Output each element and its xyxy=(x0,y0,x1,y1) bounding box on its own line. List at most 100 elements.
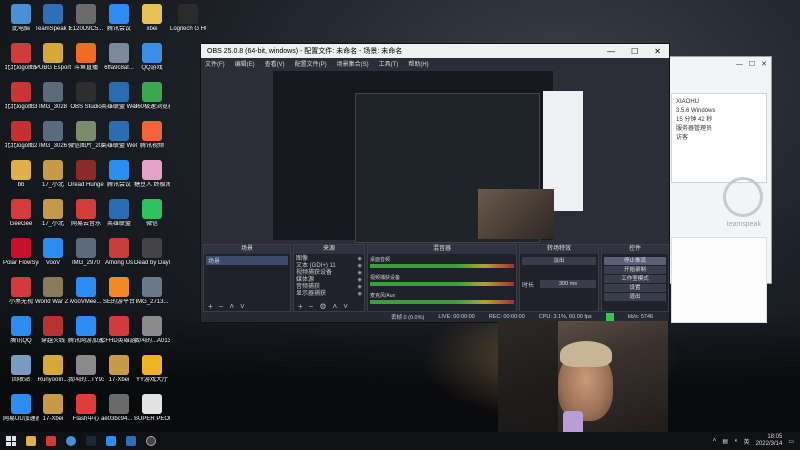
desktop-icon[interactable]: bb xyxy=(3,160,39,189)
desktop-icon[interactable]: Dead by Daylight xyxy=(134,238,170,267)
chrome-icon[interactable] xyxy=(66,436,76,446)
file-explorer-icon[interactable] xyxy=(26,436,36,446)
desktop-icon[interactable]: 我叫的...TY93 xyxy=(68,355,104,384)
minimize-icon[interactable]: — xyxy=(607,47,615,56)
eye-icon[interactable]: ◉ xyxy=(358,291,362,298)
source-item[interactable]: 媒体源 ◉ xyxy=(296,277,362,284)
desktop-icon[interactable]: 北北logo图2 xyxy=(3,121,39,150)
desktop-icon[interactable]: 回收站 xyxy=(3,355,39,384)
add-icon[interactable]: + xyxy=(208,302,213,311)
source-item[interactable]: 文本 (GDI+) 11 ◉ xyxy=(296,263,362,270)
desktop-icon[interactable]: IMG_3026 xyxy=(35,121,71,150)
desktop-icon[interactable]: Polar FlowSync xyxy=(3,238,39,267)
desktop-icon[interactable]: SE的游平台 xyxy=(101,277,137,306)
source-item[interactable]: 显示器捕获 ◉ xyxy=(296,291,362,298)
desktop-icon[interactable]: IMG_2713... xyxy=(134,277,170,306)
control-button[interactable]: 设置 xyxy=(604,284,666,292)
teamspeak-channel-list[interactable] xyxy=(671,237,767,323)
gear-icon[interactable]: ⚙ xyxy=(319,302,326,311)
volume-meter[interactable] xyxy=(370,282,514,286)
desktop-icon[interactable]: Among Us xyxy=(101,238,137,267)
windows-start-icon[interactable] xyxy=(6,436,16,446)
obs-menu-item[interactable]: 配置文件(P) xyxy=(295,59,327,68)
obs-window[interactable]: OBS 25.0.8 (64-bit, windows) - 配置文件: 未命名… xyxy=(200,43,670,323)
add-icon[interactable]: + xyxy=(298,302,303,311)
desktop-icon[interactable]: 360极速浏览器 xyxy=(134,82,170,111)
desktop-icon[interactable]: RunyooIn... xyxy=(35,355,71,384)
desktop-icon[interactable]: IMG_2970 xyxy=(68,238,104,267)
control-button[interactable]: 停止推流 xyxy=(604,257,666,265)
desktop-icon[interactable]: IMG_3028 xyxy=(35,82,71,111)
desktop-icon[interactable]: 网易云音乐 xyxy=(68,199,104,228)
desktop-icon[interactable]: 腾讯QQ xyxy=(3,316,39,345)
source-item[interactable]: 视频捕获设备 ◉ xyxy=(296,270,362,277)
desktop-icon[interactable]: 糖豆人 终极淘汰赛 xyxy=(134,160,170,189)
desktop-icon[interactable]: 6ffa9c8af... xyxy=(101,43,137,72)
volume-icon[interactable]: ◖ xyxy=(734,438,738,444)
volume-meter[interactable] xyxy=(370,264,514,268)
desktop-icon[interactable]: 斗鱼直播 xyxy=(68,43,104,72)
network-icon[interactable]: ▤ xyxy=(722,438,728,445)
desktop-icon[interactable]: 英雄联盟 WeGame版 xyxy=(101,82,137,111)
desktop-icon[interactable]: 腾讯会议 xyxy=(101,4,137,33)
desktop-icon[interactable]: 穿越火线 xyxy=(35,316,71,345)
desktop-icon[interactable]: E120D9C5... xyxy=(68,4,104,33)
move-down-icon[interactable]: ˅ xyxy=(240,302,245,311)
volume-meter[interactable] xyxy=(370,300,514,304)
desktop-icon[interactable]: 此电脑 xyxy=(3,4,39,33)
desktop-icon[interactable]: 英雄联盟 WeGame版 xyxy=(101,121,137,150)
teamspeak-taskbar-icon[interactable] xyxy=(126,436,136,446)
chevron-up-icon[interactable]: ˄ xyxy=(713,438,717,444)
teamspeak-window[interactable]: — ☐ ✕ XIAOHU 3.5.6 Windows 15 分钟 42 秒 服务… xyxy=(664,56,772,323)
minimize-icon[interactable]: — xyxy=(736,61,743,68)
desktop-icon[interactable]: QQ游戏 xyxy=(134,43,170,72)
desktop-icon[interactable]: 17-Xbei xyxy=(35,394,71,423)
obs-menu-item[interactable]: 场景集合(S) xyxy=(337,59,369,68)
control-button[interactable]: 工作室模式 xyxy=(604,275,666,283)
desktop-icon[interactable]: 腾讯会议 xyxy=(101,160,137,189)
qq-icon[interactable] xyxy=(106,436,116,446)
desktop-icon[interactable]: GeeGee xyxy=(3,199,39,228)
desktop-icon[interactable]: 17_小北 xyxy=(35,199,71,228)
obs-preview-canvas[interactable] xyxy=(273,71,583,243)
desktop-icon[interactable]: PUBG Esport... xyxy=(35,43,71,72)
desktop-icon[interactable]: CFHD英雄游戏大区 xyxy=(101,316,137,345)
move-up-icon[interactable]: ˄ xyxy=(229,302,234,311)
desktop-icon[interactable]: OBS Studio xyxy=(68,82,104,111)
desktop-icon[interactable]: 腾讯视频 xyxy=(134,121,170,150)
obs-menu-item[interactable]: 编辑(E) xyxy=(235,59,255,68)
transition-duration-input[interactable]: 300 ms xyxy=(540,280,596,288)
desktop-icon[interactable]: ae03bc94... - 快捷方式 xyxy=(101,394,137,423)
desktop-icon[interactable]: Logitech G HUB xyxy=(170,4,206,33)
desktop-icon[interactable]: World War Z Aftermath xyxy=(35,277,71,306)
remove-icon[interactable]: − xyxy=(309,302,314,311)
input-method-icon[interactable]: 英 xyxy=(744,437,750,446)
maximize-icon[interactable]: ☐ xyxy=(631,47,638,56)
clock[interactable]: 18:05 2022/3/14 xyxy=(756,434,783,448)
obs-menu-item[interactable]: 文件(F) xyxy=(205,59,225,68)
notification-icon[interactable]: ▭ xyxy=(788,438,794,445)
desktop-icon[interactable]: 微信 xyxy=(134,199,170,228)
close-icon[interactable]: ✕ xyxy=(654,47,661,56)
steam-icon[interactable] xyxy=(86,436,96,446)
eye-icon[interactable]: ◉ xyxy=(358,270,362,277)
obs-menu-item[interactable]: 帮助(H) xyxy=(408,59,428,68)
desktop-icon[interactable]: 北北logo图5 xyxy=(3,43,39,72)
source-item[interactable]: 图像 ◉ xyxy=(296,256,362,263)
desktop-icon[interactable]: 17-Xbei xyxy=(101,355,137,384)
obs-taskbar-icon[interactable] xyxy=(146,436,156,446)
desktop-icon[interactable]: 我叫的...A013 xyxy=(134,316,170,345)
desktop-icon[interactable]: 17_小北 xyxy=(35,160,71,189)
eye-icon[interactable]: ◉ xyxy=(358,284,362,291)
close-icon[interactable]: ✕ xyxy=(761,60,767,68)
control-button[interactable]: 开始录制 xyxy=(604,266,666,274)
obs-menu-item[interactable]: 查看(V) xyxy=(265,59,285,68)
remove-icon[interactable]: − xyxy=(219,302,224,311)
desktop-icon[interactable]: 腾讯网游加速器 xyxy=(68,316,104,345)
desktop-icon[interactable]: VooV xyxy=(35,238,71,267)
move-up-icon[interactable]: ˄ xyxy=(333,302,338,311)
obs-menu-item[interactable]: 工具(T) xyxy=(379,59,399,68)
desktop-icon[interactable]: 网易UU加速器 xyxy=(3,394,39,423)
eye-icon[interactable]: ◉ xyxy=(358,263,362,270)
scene-item[interactable]: 场景 xyxy=(206,256,288,265)
